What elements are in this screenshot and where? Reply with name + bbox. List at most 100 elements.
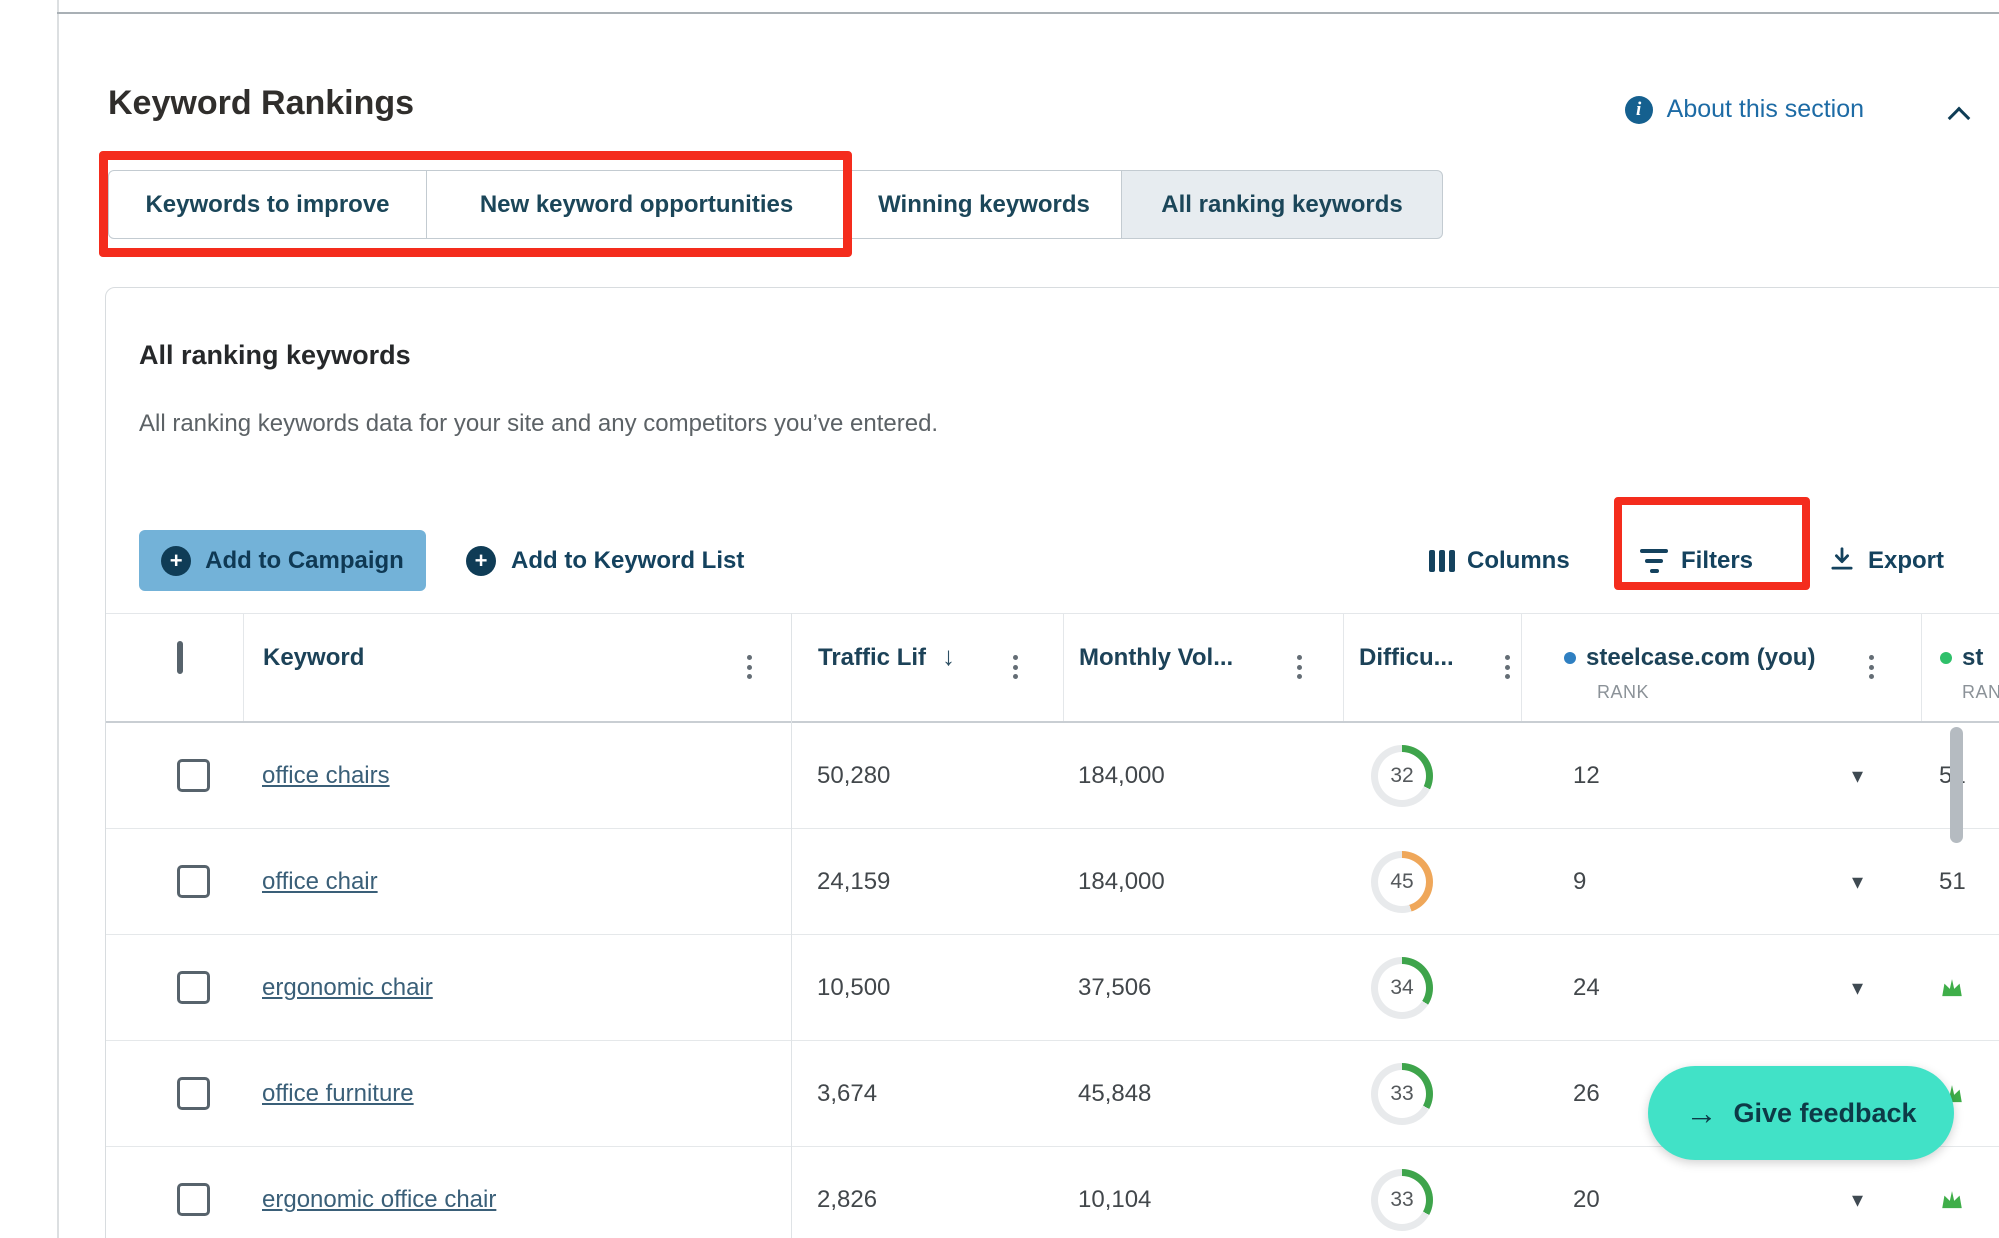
monthly-volume-cell: 45,848 xyxy=(1063,1041,1343,1146)
rank-dropdown-caret-icon[interactable]: ▾ xyxy=(1852,1187,1863,1213)
keyword-link[interactable]: ergonomic chair xyxy=(262,974,433,1002)
about-this-section-link[interactable]: i About this section xyxy=(1625,95,1864,124)
site-rank-cell: 24 ▾ xyxy=(1521,935,1921,1040)
site-rank-value: 20 xyxy=(1573,1186,1600,1214)
table-row: office chair 24,159 184,000 45 9 ▾ 51 xyxy=(106,829,1999,935)
frozen-column-divider xyxy=(791,613,792,1238)
filters-button[interactable]: Filters xyxy=(1639,530,1753,591)
row-checkbox-cell xyxy=(106,1147,243,1238)
site-rank-sublabel: RANK xyxy=(1522,682,1921,703)
site-rank-cell: 12 ▾ xyxy=(1521,723,1921,828)
competitor-rank-sublabel: RANK xyxy=(1922,682,1999,703)
row-checkbox-cell xyxy=(106,1041,243,1146)
plus-icon: + xyxy=(466,546,496,576)
keyword-cell: ergonomic chair xyxy=(243,935,791,1040)
columns-icon xyxy=(1429,550,1455,572)
keyword-link[interactable]: office furniture xyxy=(262,1080,414,1108)
tab-all-ranking-keywords[interactable]: All ranking keywords xyxy=(1121,170,1443,239)
table-body: office chairs 50,280 184,000 32 12 ▾ 51 xyxy=(106,723,1999,1238)
row-checkbox-cell xyxy=(106,935,243,1040)
select-all-checkbox[interactable] xyxy=(177,641,183,674)
keyword-cell: office chair xyxy=(243,829,791,934)
site-rank-cell: 20 ▾ xyxy=(1521,1147,1921,1238)
keyword-header[interactable]: Keyword xyxy=(243,614,791,721)
add-to-keyword-list-label: Add to Keyword List xyxy=(511,547,744,575)
section-heading: All ranking keywords xyxy=(139,340,411,371)
keyword-link[interactable]: ergonomic office chair xyxy=(262,1186,496,1214)
columns-button[interactable]: Columns xyxy=(1429,530,1570,591)
plus-icon: + xyxy=(161,546,191,576)
difficulty-cell: 34 xyxy=(1343,935,1521,1040)
arrow-right-icon: → xyxy=(1685,1097,1717,1129)
difficulty-donut: 33 xyxy=(1371,1169,1433,1231)
rank-dropdown-caret-icon[interactable]: ▾ xyxy=(1852,763,1863,789)
crown-icon xyxy=(1939,975,1965,1001)
page-top-border xyxy=(57,12,1999,14)
rank-dropdown-caret-icon[interactable]: ▾ xyxy=(1852,869,1863,895)
competitor-rank-cell: 51 xyxy=(1921,829,1999,934)
table-row: ergonomic office chair 2,826 10,104 33 2… xyxy=(106,1147,1999,1238)
add-to-campaign-button[interactable]: + Add to Campaign xyxy=(139,530,426,591)
traffic-lift-header[interactable]: Traffic Lif ↓ xyxy=(791,614,1063,721)
traffic-lift-cell: 24,159 xyxy=(791,829,1063,934)
select-all-cell xyxy=(106,614,243,721)
competitor-header-label: st xyxy=(1962,644,1983,672)
columns-label: Columns xyxy=(1467,547,1570,575)
monthly-volume-cell: 37,506 xyxy=(1063,935,1343,1040)
filters-label: Filters xyxy=(1681,547,1753,575)
row-checkbox[interactable] xyxy=(177,971,210,1004)
row-checkbox[interactable] xyxy=(177,1077,210,1110)
site-rank-value: 9 xyxy=(1573,868,1586,896)
difficulty-donut: 45 xyxy=(1371,851,1433,913)
collapse-section-chevron-icon[interactable] xyxy=(1949,104,1971,126)
about-label: About this section xyxy=(1667,95,1864,124)
column-menu-icon[interactable] xyxy=(1502,652,1513,682)
row-checkbox[interactable] xyxy=(177,759,210,792)
difficulty-donut: 33 xyxy=(1371,1063,1433,1125)
competitor-rank-value: 51 xyxy=(1939,868,1966,896)
competitor-rank-cell xyxy=(1921,935,1999,1040)
crown-icon xyxy=(1939,1187,1965,1213)
keyword-rankings-tabs: Keywords to improve New keyword opportun… xyxy=(108,170,1443,239)
tab-winning-keywords[interactable]: Winning keywords xyxy=(846,170,1122,239)
difficulty-cell: 45 xyxy=(1343,829,1521,934)
keyword-link[interactable]: office chair xyxy=(262,868,378,896)
traffic-lift-cell: 10,500 xyxy=(791,935,1063,1040)
rank-dropdown-caret-icon[interactable]: ▾ xyxy=(1852,975,1863,1001)
vertical-scrollbar-thumb[interactable] xyxy=(1950,727,1963,843)
row-checkbox[interactable] xyxy=(177,865,210,898)
give-feedback-label: Give feedback xyxy=(1733,1098,1916,1129)
give-feedback-button[interactable]: → Give feedback xyxy=(1648,1066,1954,1160)
export-label: Export xyxy=(1868,547,1944,575)
keyword-link[interactable]: office chairs xyxy=(262,762,390,790)
keyword-cell: ergonomic office chair xyxy=(243,1147,791,1238)
traffic-lift-cell: 2,826 xyxy=(791,1147,1063,1238)
sort-descending-icon[interactable]: ↓ xyxy=(942,644,955,668)
competitor-rank-header[interactable]: st RANK xyxy=(1921,614,1999,721)
traffic-lift-cell: 3,674 xyxy=(791,1041,1063,1146)
row-checkbox-cell xyxy=(106,723,243,828)
column-menu-icon[interactable] xyxy=(1294,652,1305,682)
add-to-keyword-list-button[interactable]: + Add to Keyword List xyxy=(466,530,744,591)
difficulty-header-label: Difficu... xyxy=(1359,644,1454,671)
table-row: office chairs 50,280 184,000 32 12 ▾ 51 xyxy=(106,723,1999,829)
difficulty-cell: 32 xyxy=(1343,723,1521,828)
monthly-volume-cell: 10,104 xyxy=(1063,1147,1343,1238)
difficulty-donut: 32 xyxy=(1371,745,1433,807)
difficulty-header[interactable]: Difficu... xyxy=(1343,614,1521,721)
column-menu-icon[interactable] xyxy=(1866,652,1877,682)
row-checkbox[interactable] xyxy=(177,1183,210,1216)
difficulty-cell: 33 xyxy=(1343,1147,1521,1238)
export-button[interactable]: Export xyxy=(1828,530,1944,591)
site-rank-header[interactable]: steelcase.com (you) RANK xyxy=(1521,614,1921,721)
monthly-volume-cell: 184,000 xyxy=(1063,829,1343,934)
site-rank-value: 26 xyxy=(1573,1080,1600,1108)
tab-new-keyword-opportunities[interactable]: New keyword opportunities xyxy=(426,170,847,239)
tab-keywords-to-improve[interactable]: Keywords to improve xyxy=(108,170,427,239)
keyword-cell: office chairs xyxy=(243,723,791,828)
traffic-header-label: Traffic Lif xyxy=(818,644,926,672)
monthly-volume-header[interactable]: Monthly Vol... xyxy=(1063,614,1343,721)
column-menu-icon[interactable] xyxy=(1010,652,1021,682)
column-menu-icon[interactable] xyxy=(744,652,755,682)
filter-icon xyxy=(1639,549,1669,573)
